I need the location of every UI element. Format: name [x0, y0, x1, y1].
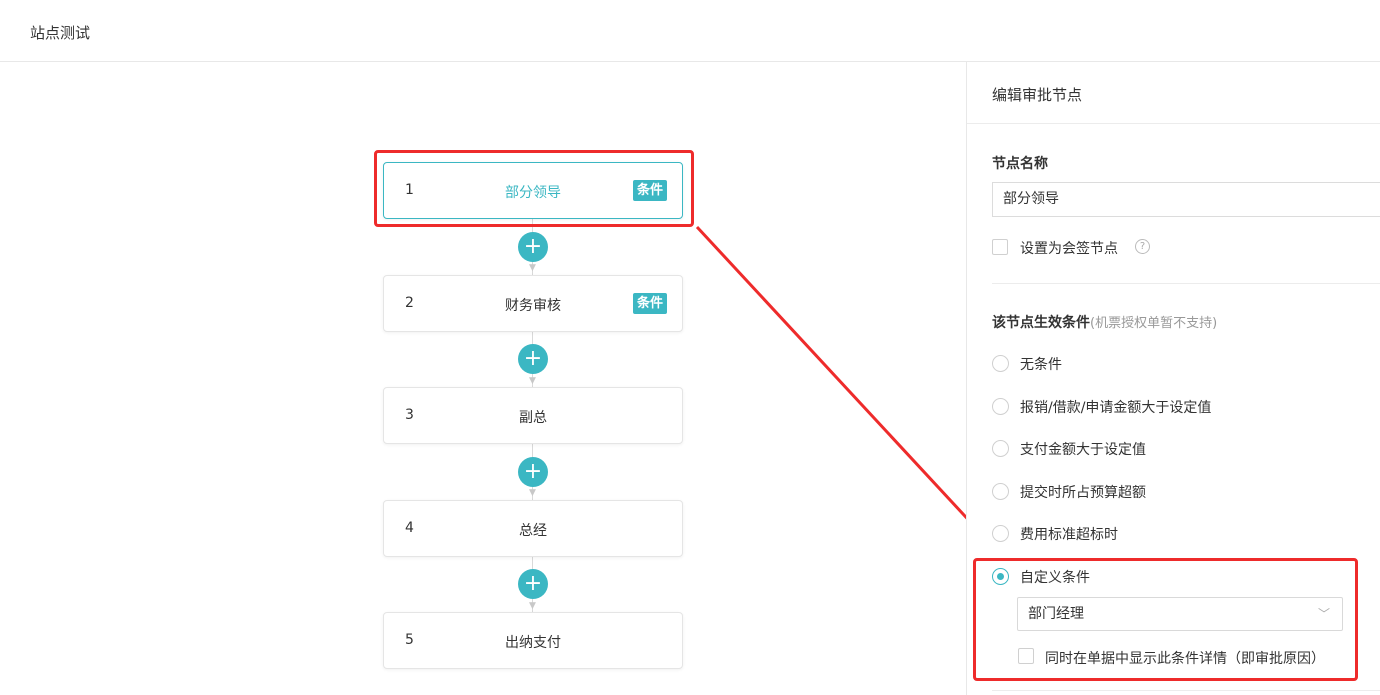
radio-amount-threshold[interactable]	[992, 398, 1009, 415]
radio-standard-exceeded[interactable]	[992, 525, 1009, 542]
condition-section-label: 该节点生效条件(机票授权单暂不支持)	[992, 312, 1217, 332]
help-icon[interactable]: ?	[1135, 239, 1150, 254]
node-name-label: 节点名称	[992, 156, 1048, 172]
condition-label: 该节点生效条件	[992, 315, 1090, 331]
node-name-input[interactable]: 部分领导	[992, 182, 1380, 217]
radio-label: 无条件	[1020, 357, 1062, 373]
divider	[967, 123, 1380, 124]
radio-label: 报销/借款/申请金额大于设定值	[1020, 400, 1212, 416]
radio-no-condition[interactable]	[992, 355, 1009, 372]
radio-label: 支付金额大于设定值	[1020, 442, 1146, 458]
condition-note: (机票授权单暂不支持)	[1090, 316, 1218, 331]
countersign-label: 设置为会签节点	[1020, 241, 1118, 257]
radio-label: 提交时所占预算超额	[1020, 485, 1146, 501]
divider	[992, 690, 1380, 691]
panel-title: 编辑审批节点	[992, 86, 1083, 104]
radio-budget-exceeded[interactable]	[992, 483, 1009, 500]
countersign-checkbox[interactable]	[992, 239, 1008, 255]
divider	[992, 283, 1380, 284]
radio-label: 费用标准超标时	[1020, 527, 1118, 543]
radio-payment-threshold[interactable]	[992, 440, 1009, 457]
highlight-box-custom	[973, 558, 1358, 681]
